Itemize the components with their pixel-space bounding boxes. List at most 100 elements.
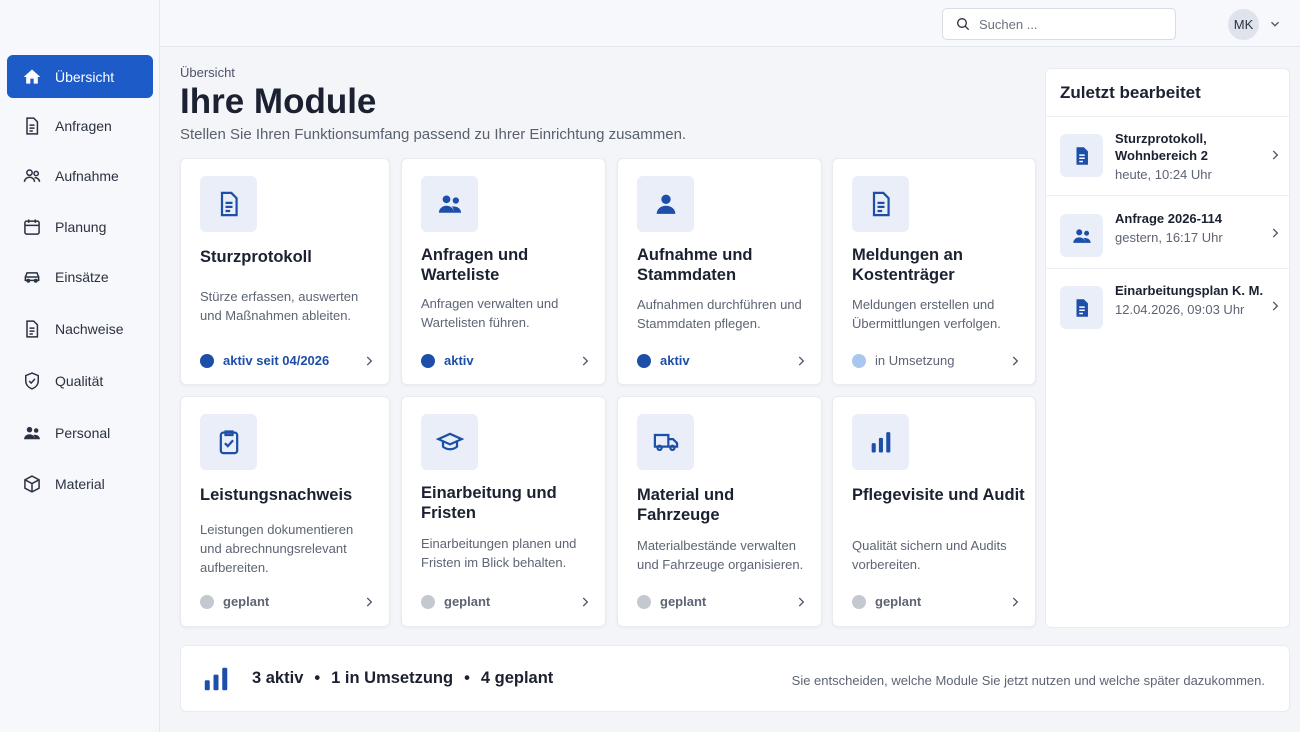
users-icon bbox=[1060, 214, 1103, 257]
document-icon bbox=[1060, 286, 1103, 329]
sidebar: Übersicht Anfragen Aufnahme Planung Eins… bbox=[0, 0, 160, 732]
document-icon bbox=[21, 115, 43, 137]
avatar[interactable]: MK bbox=[1228, 9, 1259, 40]
status-label: geplant bbox=[223, 594, 270, 609]
module-description: Stürze erfassen, auswerten und Maßnahmen… bbox=[200, 289, 359, 323]
sidebar-item-einsaetze[interactable]: Einsätze bbox=[7, 255, 153, 298]
bar-chart-icon bbox=[852, 414, 909, 470]
users-icon bbox=[21, 422, 43, 444]
module-card-anfragen[interactable]: Anfragen und Warteliste Anfragen verwalt… bbox=[401, 158, 606, 385]
recent-item[interactable]: Anfrage 2026-114 gestern, 16:17 Uhr bbox=[1060, 210, 1282, 260]
status-label: aktiv seit 04/2026 bbox=[223, 353, 330, 368]
sidebar-item-qualitaet[interactable]: Qualität bbox=[7, 359, 153, 402]
sidebar-item-label: Nachweise bbox=[55, 320, 124, 337]
document-icon bbox=[200, 176, 257, 232]
sidebar-item-anfragen[interactable]: Anfragen bbox=[7, 104, 153, 147]
chevron-right-icon[interactable] bbox=[794, 354, 808, 368]
recent-item-time: heute, 10:24 Uhr bbox=[1115, 167, 1212, 182]
module-card-material[interactable]: Material und Fahrzeuge Materialbestände … bbox=[617, 396, 822, 627]
sidebar-item-personal[interactable]: Personal bbox=[7, 411, 153, 454]
sidebar-item-label: Qualität bbox=[55, 372, 104, 389]
module-title: Material und Fahrzeuge bbox=[637, 486, 735, 524]
divider bbox=[1046, 268, 1289, 269]
search-placeholder: Suchen ... bbox=[979, 16, 1038, 32]
module-card-leistungsnachweis[interactable]: Leistungsnachweis Leistungen dokumentier… bbox=[180, 396, 390, 627]
chevron-right-icon[interactable] bbox=[1008, 354, 1022, 368]
document-icon bbox=[852, 176, 909, 232]
sidebar-item-material[interactable]: Material bbox=[7, 462, 153, 505]
module-description: Meldungen erstellen und Übermittlungen v… bbox=[852, 297, 1001, 331]
sidebar-item-label: Aufnahme bbox=[55, 167, 119, 184]
recent-item[interactable]: Einarbeitungsplan K. M. 12.04.2026, 09:0… bbox=[1060, 282, 1282, 332]
document-icon bbox=[1060, 134, 1103, 177]
chevron-right-icon[interactable] bbox=[1268, 148, 1282, 162]
status-badge: geplant bbox=[852, 594, 921, 609]
status-label: geplant bbox=[660, 594, 707, 609]
clipboard-check-icon bbox=[200, 414, 257, 470]
chevron-right-icon[interactable] bbox=[1008, 595, 1022, 609]
status-label: geplant bbox=[444, 594, 491, 609]
chevron-right-icon[interactable] bbox=[362, 354, 376, 368]
status-badge: geplant bbox=[637, 594, 706, 609]
recent-item-name: Sturzprotokoll, Wohnbereich 2 bbox=[1115, 131, 1208, 163]
summary-note: Sie entscheiden, welche Module Sie jetzt… bbox=[791, 673, 1265, 688]
module-summary-bar: 3 aktiv • 1 in Umsetzung • 4 geplant Sie… bbox=[180, 645, 1290, 712]
module-title: Sturzprotokoll bbox=[200, 248, 312, 266]
separator: • bbox=[464, 669, 470, 687]
page-subtitle: Stellen Sie Ihren Funktionsumfang passen… bbox=[180, 126, 687, 143]
count-in-progress: 1 in Umsetzung bbox=[331, 669, 454, 687]
chevron-down-icon[interactable] bbox=[1268, 17, 1282, 31]
status-badge: in Umsetzung bbox=[852, 353, 954, 368]
count-active: 3 aktiv bbox=[252, 669, 304, 687]
topbar: Suchen ... MK bbox=[160, 0, 1300, 47]
module-card-meldungen[interactable]: Meldungen an Kostenträger Meldungen erst… bbox=[832, 158, 1036, 385]
recent-panel: Zuletzt bearbeitet Sturzprotokoll, Wohnb… bbox=[1045, 68, 1290, 628]
status-label: in Umsetzung bbox=[875, 353, 955, 368]
chevron-right-icon[interactable] bbox=[1268, 226, 1282, 240]
chevron-right-icon[interactable] bbox=[794, 595, 808, 609]
status-dot bbox=[637, 353, 651, 368]
recent-item-name: Einarbeitungsplan K. M. bbox=[1115, 283, 1264, 298]
status-badge: aktiv bbox=[421, 353, 474, 368]
status-badge: aktiv bbox=[637, 353, 690, 368]
module-title: Leistungsnachweis bbox=[200, 486, 353, 504]
sidebar-item-planung[interactable]: Planung bbox=[7, 205, 153, 248]
box-icon bbox=[21, 473, 43, 495]
module-counts: 3 aktiv • 1 in Umsetzung • 4 geplant bbox=[252, 669, 553, 688]
document-icon bbox=[21, 318, 43, 340]
recent-item-time: 12.04.2026, 09:03 Uhr bbox=[1115, 302, 1245, 317]
graduation-cap-icon bbox=[421, 414, 478, 470]
module-card-pflegevisite[interactable]: Pflegevisite und Audit Qualität sichern … bbox=[832, 396, 1036, 627]
recent-item-time: gestern, 16:17 Uhr bbox=[1115, 230, 1223, 245]
module-card-einarbeitung[interactable]: Einarbeitung und Fristen Einarbeitungen … bbox=[401, 396, 606, 627]
recent-item[interactable]: Sturzprotokoll, Wohnbereich 2 heute, 10:… bbox=[1060, 130, 1282, 182]
sidebar-item-label: Personal bbox=[55, 424, 111, 441]
module-description: Einarbeitungen planen und Fristen im Bli… bbox=[421, 536, 577, 570]
chevron-right-icon[interactable] bbox=[1268, 299, 1282, 313]
search-input[interactable]: Suchen ... bbox=[942, 8, 1176, 40]
sidebar-item-uebersicht[interactable]: Übersicht bbox=[7, 55, 153, 98]
recent-item-name: Anfrage 2026-114 bbox=[1115, 211, 1222, 226]
bar-chart-icon bbox=[204, 667, 228, 691]
status-dot bbox=[200, 353, 214, 368]
status-dot bbox=[852, 594, 866, 609]
breadcrumb[interactable]: Übersicht bbox=[180, 65, 235, 80]
sidebar-item-label: Übersicht bbox=[55, 68, 115, 85]
module-title: Aufnahme und Stammdaten bbox=[637, 246, 753, 284]
module-card-aufnahme[interactable]: Aufnahme und Stammdaten Aufnahmen durchf… bbox=[617, 158, 822, 385]
sidebar-item-aufnahme[interactable]: Aufnahme bbox=[7, 154, 153, 197]
chevron-right-icon[interactable] bbox=[362, 595, 376, 609]
module-card-sturzprotokoll[interactable]: Sturzprotokoll Stürze erfassen, auswerte… bbox=[180, 158, 390, 385]
sidebar-item-label: Material bbox=[55, 475, 105, 492]
sidebar-item-label: Anfragen bbox=[55, 117, 112, 134]
chevron-right-icon[interactable] bbox=[578, 595, 592, 609]
divider bbox=[1046, 195, 1289, 196]
chevron-right-icon[interactable] bbox=[578, 354, 592, 368]
status-label: aktiv bbox=[660, 353, 690, 368]
status-dot bbox=[637, 594, 651, 609]
count-planned: 4 geplant bbox=[480, 669, 554, 687]
sidebar-item-nachweise[interactable]: Nachweise bbox=[7, 307, 153, 350]
status-dot bbox=[200, 594, 214, 609]
truck-icon bbox=[637, 414, 694, 470]
home-icon bbox=[21, 66, 43, 88]
